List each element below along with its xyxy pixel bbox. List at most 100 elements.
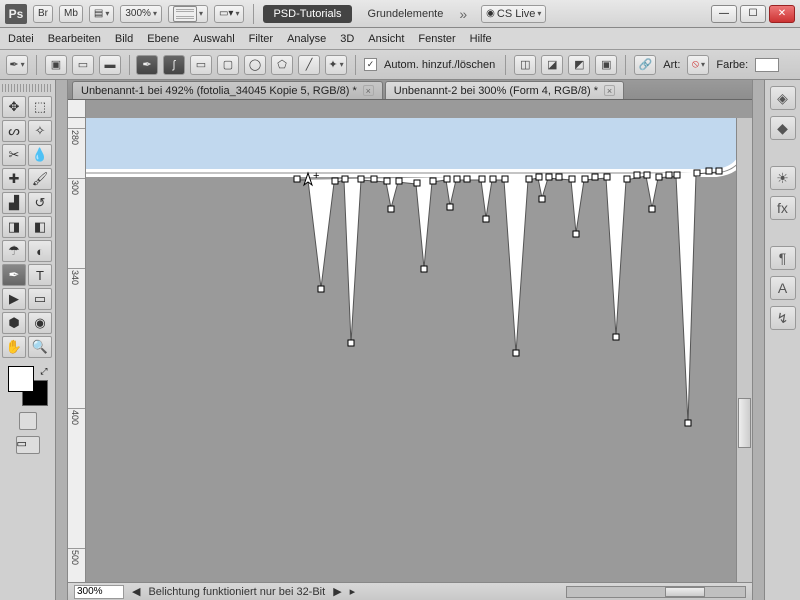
custom-shape-icon[interactable]: ✦ <box>325 55 347 75</box>
rect-shape-icon[interactable]: ▭ <box>190 55 212 75</box>
art-style-dropdown[interactable]: ⦸ <box>687 55 709 75</box>
polygon-shape-icon[interactable]: ⬠ <box>271 55 293 75</box>
blur-tool[interactable]: ☂ <box>2 240 26 262</box>
document-tab[interactable]: Unbenannt-2 bei 300% (Form 4, RGB/8) *× <box>385 81 624 99</box>
screenmode-dropdown[interactable]: ▭▾ <box>214 5 244 23</box>
status-nav-right-icon[interactable]: ▶ <box>333 585 341 598</box>
eraser-tool[interactable]: ◨ <box>2 216 26 238</box>
gradient-tool[interactable]: ◧ <box>28 216 52 238</box>
eyedropper-tool[interactable]: 💧 <box>28 144 52 166</box>
lasso-tool[interactable]: ᔕ <box>2 120 26 142</box>
maximize-button[interactable]: ☐ <box>740 5 766 23</box>
vertical-ruler[interactable]: 280300340400500 <box>68 118 86 582</box>
menu-hilfe[interactable]: Hilfe <box>470 33 492 45</box>
healing-tool[interactable]: ✚ <box>2 168 26 190</box>
arrange-dropdown[interactable] <box>168 5 208 23</box>
path-combine-icon[interactable]: ◫ <box>514 55 536 75</box>
foreground-color[interactable] <box>8 366 34 392</box>
color-picker[interactable]: ⤢ <box>8 366 48 406</box>
app-logo: Ps <box>5 4 27 24</box>
menu-filter[interactable]: Filter <box>249 33 273 45</box>
close-button[interactable]: ✕ <box>769 5 795 23</box>
paths-panel-icon[interactable]: ↯ <box>770 306 796 330</box>
hand-tool[interactable]: ✋ <box>2 336 26 358</box>
paths-mode[interactable]: ▭ <box>72 55 94 75</box>
cs-live-button[interactable]: ◉ CS Live <box>481 5 546 23</box>
marquee-tool[interactable]: ⬚ <box>28 96 52 118</box>
3d-camera-tool[interactable]: ◉ <box>28 312 52 334</box>
styles-panel-icon[interactable]: fx <box>770 196 796 220</box>
workspace-more-icon[interactable]: » <box>459 6 467 22</box>
path-exclude-icon[interactable]: ▣ <box>595 55 617 75</box>
status-bar: ◀ Belichtung funktioniert nur bei 32-Bit… <box>68 582 752 600</box>
stamp-tool[interactable]: ▟ <box>2 192 26 214</box>
fill-pixels-mode[interactable]: ▬ <box>99 55 121 75</box>
crop-tool[interactable]: ✂ <box>2 144 26 166</box>
history-brush-tool[interactable]: ↺ <box>28 192 52 214</box>
scrollbar-thumb[interactable] <box>738 398 751 448</box>
menu-bild[interactable]: Bild <box>115 33 133 45</box>
shape-layers-mode[interactable]: ▣ <box>45 55 67 75</box>
freeform-pen-icon[interactable]: ʃ <box>163 55 185 75</box>
left-dock-collapse[interactable] <box>56 80 68 600</box>
screenmode-toggle[interactable]: ▭ <box>16 436 40 454</box>
document-tab[interactable]: Unbenannt-1 bei 492% (fotolia_34045 Kopi… <box>72 81 383 99</box>
zoom-input[interactable] <box>74 585 124 599</box>
menu-auswahl[interactable]: Auswahl <box>193 33 235 45</box>
fill-color-swatch[interactable] <box>755 58 779 72</box>
path-intersect-icon[interactable]: ◩ <box>568 55 590 75</box>
path-select-tool[interactable]: ▶ <box>2 288 26 310</box>
right-dock-collapse[interactable] <box>752 80 764 600</box>
minimize-button[interactable]: — <box>711 5 737 23</box>
close-tab-icon[interactable]: × <box>363 85 374 96</box>
zoom-tool[interactable]: 🔍 <box>28 336 52 358</box>
scrollbar-thumb[interactable] <box>665 587 705 597</box>
brush-tool[interactable]: 🖌 <box>28 168 52 190</box>
menu-3d[interactable]: 3D <box>340 33 354 45</box>
zoom-dropdown[interactable]: 300% <box>120 5 162 23</box>
swap-colors-icon[interactable]: ⤢ <box>40 366 47 377</box>
move-tool[interactable]: ✥ <box>2 96 26 118</box>
3d-tool[interactable]: ⬢ <box>2 312 26 334</box>
svg-text:+: + <box>313 170 319 182</box>
type-tool[interactable]: T <box>28 264 52 286</box>
vertical-scrollbar[interactable] <box>736 118 752 582</box>
adjustments-panel-icon[interactable]: ☀ <box>770 166 796 190</box>
palette-grip[interactable] <box>2 84 53 92</box>
layers-panel-icon[interactable]: ◈ <box>770 86 796 110</box>
horizontal-scrollbar[interactable] <box>566 586 746 598</box>
character-panel-icon[interactable]: A <box>770 276 796 300</box>
pen-tool-preset[interactable]: ✒ <box>6 55 28 75</box>
channels-panel-icon[interactable]: ◆ <box>770 116 796 140</box>
paragraph-panel-icon[interactable]: ¶ <box>770 246 796 270</box>
magic-wand-tool[interactable]: ✧ <box>28 120 52 142</box>
auto-add-delete-label: Autom. hinzuf./löschen <box>384 59 495 71</box>
status-menu-icon[interactable]: ▸ <box>350 585 356 598</box>
auto-add-delete-checkbox[interactable]: ✓ <box>364 58 377 71</box>
dodge-tool[interactable]: ◐ <box>28 240 52 262</box>
ruler-origin[interactable] <box>68 100 86 118</box>
style-link-icon[interactable]: 🔗 <box>634 55 656 75</box>
path-subtract-icon[interactable]: ◪ <box>541 55 563 75</box>
quickmask-toggle[interactable] <box>19 412 37 430</box>
bridge-button[interactable]: Br <box>33 5 53 23</box>
view-extras-dropdown[interactable]: ▤ <box>89 5 114 23</box>
menu-datei[interactable]: Datei <box>8 33 34 45</box>
ellipse-shape-icon[interactable]: ◯ <box>244 55 266 75</box>
menu-bearbeiten[interactable]: Bearbeiten <box>48 33 101 45</box>
workspace-tab-psd-tutorials[interactable]: PSD-Tutorials <box>263 5 351 23</box>
menu-ansicht[interactable]: Ansicht <box>368 33 404 45</box>
menu-fenster[interactable]: Fenster <box>418 33 455 45</box>
canvas[interactable]: + <box>86 118 736 582</box>
workspace-tab-grundelemente[interactable]: Grundelemente <box>358 5 454 23</box>
pen-tool[interactable]: ✒ <box>2 264 26 286</box>
pen-icon[interactable]: ✒ <box>136 55 158 75</box>
menu-ebene[interactable]: Ebene <box>147 33 179 45</box>
minibridge-button[interactable]: Mb <box>59 5 83 23</box>
menu-analyse[interactable]: Analyse <box>287 33 326 45</box>
line-shape-icon[interactable]: ╱ <box>298 55 320 75</box>
close-tab-icon[interactable]: × <box>604 85 615 96</box>
status-nav-left-icon[interactable]: ◀ <box>132 585 140 598</box>
shape-tool[interactable]: ▭ <box>28 288 52 310</box>
roundrect-shape-icon[interactable]: ▢ <box>217 55 239 75</box>
